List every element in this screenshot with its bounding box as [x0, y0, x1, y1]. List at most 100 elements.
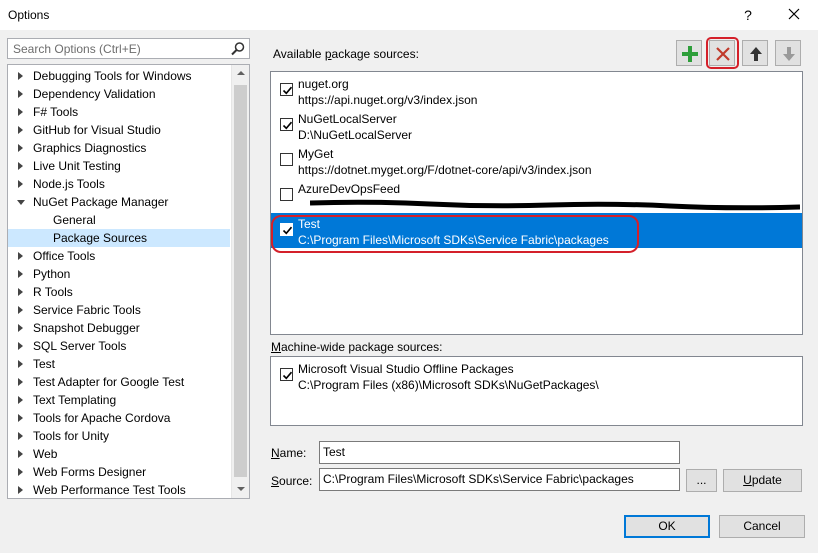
- plus-icon: [682, 46, 698, 62]
- tree-item[interactable]: Live Unit Testing: [8, 157, 230, 175]
- source-checkbox[interactable]: [280, 368, 293, 381]
- window-title: Options: [8, 8, 50, 22]
- tree-item-label: SQL Server Tools: [33, 339, 127, 353]
- collapsed-arrow-icon[interactable]: [18, 180, 23, 188]
- help-button[interactable]: ?: [737, 4, 759, 26]
- collapsed-arrow-icon[interactable]: [18, 144, 23, 152]
- source-name: MyGet: [298, 147, 334, 161]
- package-source-item[interactable]: NuGetLocalServer D:\NuGetLocalServer: [271, 108, 802, 143]
- source-url: https://dotnet.myget.org/F/dotnet-core/a…: [298, 163, 592, 177]
- cancel-button[interactable]: Cancel: [719, 515, 805, 538]
- collapsed-arrow-icon[interactable]: [18, 432, 23, 440]
- tree-item[interactable]: Web Performance Test Tools: [8, 481, 230, 498]
- tree-item[interactable]: R Tools: [8, 283, 230, 301]
- tree-item[interactable]: Office Tools: [8, 247, 230, 265]
- tree-item[interactable]: Graphics Diagnostics: [8, 139, 230, 157]
- tree-item[interactable]: GitHub for Visual Studio: [8, 121, 230, 139]
- tree-item[interactable]: Service Fabric Tools: [8, 301, 230, 319]
- tree-item[interactable]: Web Forms Designer: [8, 463, 230, 481]
- source-checkbox[interactable]: [280, 153, 293, 166]
- tree-items: Debugging Tools for Windows Dependency Va…: [8, 67, 230, 498]
- collapsed-arrow-icon[interactable]: [18, 90, 23, 98]
- collapsed-arrow-icon[interactable]: [18, 324, 23, 332]
- tree-item-label: NuGet Package Manager: [33, 195, 169, 209]
- tree-item[interactable]: Debugging Tools for Windows: [8, 67, 230, 85]
- source-checkbox[interactable]: [280, 188, 293, 201]
- source-name: NuGetLocalServer: [298, 112, 397, 126]
- add-source-button[interactable]: [676, 40, 702, 66]
- move-up-button[interactable]: [742, 40, 768, 66]
- tree-item[interactable]: Python: [8, 265, 230, 283]
- source-input[interactable]: C:\Program Files\Microsoft SDKs\Service …: [319, 468, 680, 491]
- tree-item[interactable]: Tools for Apache Cordova: [8, 409, 230, 427]
- collapsed-arrow-icon[interactable]: [18, 486, 23, 494]
- collapsed-arrow-icon[interactable]: [18, 162, 23, 170]
- name-input[interactable]: Test: [319, 441, 680, 464]
- package-source-item[interactable]: Microsoft Visual Studio Offline Packages…: [271, 358, 802, 393]
- package-source-item[interactable]: nuget.org https://api.nuget.org/v3/index.…: [271, 73, 802, 108]
- redaction-scribble: [310, 199, 800, 211]
- tree-item-label: Web: [33, 447, 58, 461]
- machine-wide-sources-list[interactable]: Microsoft Visual Studio Offline Packages…: [270, 356, 803, 426]
- collapsed-arrow-icon[interactable]: [18, 270, 23, 278]
- package-source-item[interactable]: MyGet https://dotnet.myget.org/F/dotnet-c…: [271, 143, 802, 178]
- tree-item-label: Test: [33, 357, 56, 371]
- machine-wide-label: Machine-wide package sources:: [271, 340, 443, 354]
- tree-item[interactable]: Package Sources: [8, 229, 230, 247]
- arrow-up-icon: [750, 47, 762, 61]
- tree-scrollbar[interactable]: [231, 65, 249, 498]
- collapsed-arrow-icon[interactable]: [18, 288, 23, 296]
- collapsed-arrow-icon[interactable]: [18, 468, 23, 476]
- tree-item[interactable]: Tools for Unity: [8, 427, 230, 445]
- expanded-arrow-icon[interactable]: [17, 200, 25, 205]
- tree-item[interactable]: General: [8, 211, 230, 229]
- tree-item-label: Tools for Apache Cordova: [33, 411, 171, 425]
- source-checkbox[interactable]: [280, 83, 293, 96]
- tree-item-label: Tools for Unity: [33, 429, 110, 443]
- collapsed-arrow-icon[interactable]: [18, 378, 23, 386]
- tree-item[interactable]: Node.js Tools: [8, 175, 230, 193]
- collapsed-arrow-icon[interactable]: [18, 342, 23, 350]
- tree-item[interactable]: Test Adapter for Google Test: [8, 373, 230, 391]
- collapsed-arrow-icon[interactable]: [18, 306, 23, 314]
- search-options[interactable]: Search Options (Ctrl+E): [7, 38, 250, 59]
- tree-item[interactable]: Text Templating: [8, 391, 230, 409]
- checkmark-icon: [282, 86, 293, 95]
- tree-item[interactable]: NuGet Package Manager: [8, 193, 230, 211]
- collapsed-arrow-icon[interactable]: [18, 396, 23, 404]
- collapsed-arrow-icon[interactable]: [18, 108, 23, 116]
- collapsed-arrow-icon[interactable]: [18, 252, 23, 260]
- tree-item-label: Package Sources: [53, 231, 148, 245]
- collapsed-arrow-icon[interactable]: [18, 126, 23, 134]
- tree-item[interactable]: SQL Server Tools: [8, 337, 230, 355]
- collapsed-arrow-icon[interactable]: [18, 360, 23, 368]
- tree-item[interactable]: Web: [8, 445, 230, 463]
- browse-button[interactable]: ...: [686, 469, 717, 492]
- ok-button[interactable]: OK: [624, 515, 710, 538]
- tree-item[interactable]: Dependency Validation: [8, 85, 230, 103]
- scroll-up-button[interactable]: [232, 65, 249, 82]
- source-url: C:\Program Files (x86)\Microsoft SDKs\Nu…: [298, 378, 599, 392]
- collapsed-arrow-icon[interactable]: [18, 414, 23, 422]
- search-input[interactable]: Search Options (Ctrl+E): [13, 42, 141, 56]
- move-down-button[interactable]: [775, 40, 801, 66]
- tree-item[interactable]: Test: [8, 355, 230, 373]
- scroll-thumb[interactable]: [234, 85, 247, 477]
- collapsed-arrow-icon[interactable]: [18, 450, 23, 458]
- selection-highlight-annotation: [271, 215, 639, 253]
- tree-item-label: Office Tools: [33, 249, 96, 263]
- source-checkbox[interactable]: [280, 118, 293, 131]
- tree-item-label: Live Unit Testing: [33, 159, 121, 173]
- checkmark-icon: [282, 371, 293, 380]
- tree-item[interactable]: Snapshot Debugger: [8, 319, 230, 337]
- scroll-down-button[interactable]: [232, 481, 249, 498]
- update-button[interactable]: Update: [723, 469, 802, 492]
- close-button[interactable]: [782, 4, 806, 26]
- options-tree[interactable]: Debugging Tools for Windows Dependency Va…: [7, 64, 250, 499]
- collapsed-arrow-icon[interactable]: [18, 72, 23, 80]
- tree-item-label: F# Tools: [33, 105, 79, 119]
- tree-item-label: GitHub for Visual Studio: [33, 123, 161, 137]
- tree-item[interactable]: F# Tools: [8, 103, 230, 121]
- search-icon[interactable]: [230, 41, 246, 57]
- source-url: https://api.nuget.org/v3/index.json: [298, 93, 478, 107]
